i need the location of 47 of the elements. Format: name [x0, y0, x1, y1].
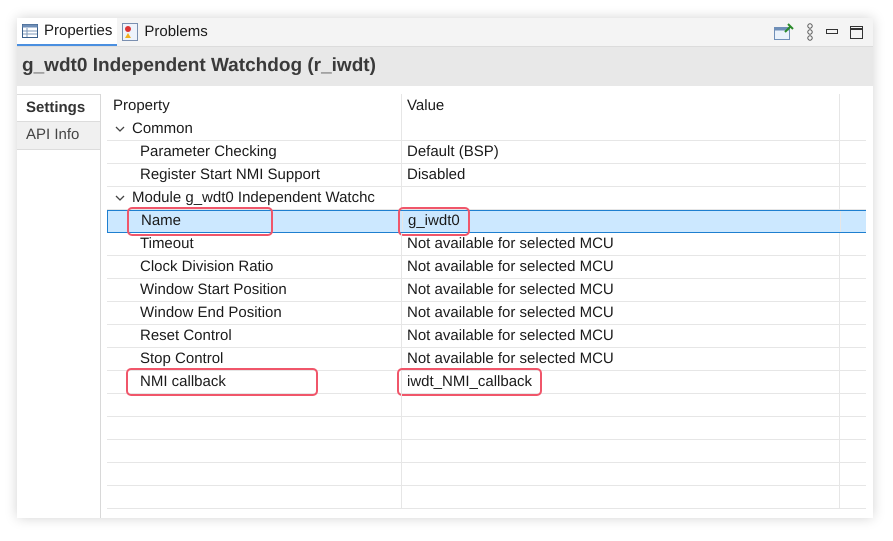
view-tab[interactable]: Problems — [117, 18, 213, 46]
side-tab[interactable]: API Info — [17, 122, 100, 150]
property-name: NMI callback — [128, 370, 316, 394]
more-vertical-icon[interactable] — [806, 23, 814, 41]
table-row[interactable]: Register Start NMI Support Disabled — [107, 164, 866, 187]
property-value: Not available for selected MCU — [407, 302, 614, 323]
property-name: Stop Control — [140, 348, 224, 369]
property-name: Register Start NMI Support — [140, 164, 320, 185]
table-row[interactable]: Window End Position Not available for selected MCU — [107, 302, 866, 325]
property-value: Default (BSP) — [407, 142, 499, 162]
property-value: iwdt_NMI_callback — [399, 370, 540, 394]
property-value: Not available for selected MCU — [407, 280, 614, 300]
property-name: Window End Position — [140, 302, 282, 323]
table-row[interactable]: Name g_iwdt0 — [107, 210, 866, 233]
table-row[interactable]: Reset Control Not available for selected MCU — [107, 325, 866, 348]
group-label: Module g_wdt0 Independent Watchc — [132, 188, 375, 208]
property-value: Not available for selected MCU — [407, 234, 614, 254]
table-row[interactable]: Parameter Checking Default (BSP) — [107, 141, 866, 164]
property-value: Not available for selected MCU — [407, 348, 614, 369]
view-tab[interactable]: Properties — [17, 18, 118, 46]
property-name: Window Start Position — [140, 280, 287, 300]
property-name: Name — [129, 209, 272, 234]
property-name: Reset Control — [140, 326, 232, 346]
table-row[interactable]: Stop Control Not available for selected MCU — [107, 348, 866, 371]
table-row[interactable]: NMI callback iwdt_NMI_callback — [107, 371, 866, 394]
property-value: g_iwdt0 — [400, 209, 468, 234]
property-name: Clock Division Ratio — [140, 256, 274, 277]
property-name: Timeout — [140, 234, 194, 254]
table-row[interactable]: Timeout Not available for selected MCU — [107, 233, 866, 256]
property-name: Parameter Checking — [140, 142, 277, 162]
table-row[interactable]: Window Start Position Not available for selected MCU — [107, 279, 866, 302]
property-value: Not available for selected MCU — [407, 326, 614, 346]
warning-list-icon — [122, 23, 138, 41]
maximize-icon[interactable] — [850, 26, 863, 38]
property-value: Not available for selected MCU — [407, 256, 614, 277]
panel-title: g_wdt0 Independent Watchdog (r_iwdt) — [22, 54, 376, 78]
pin-icon[interactable] — [774, 23, 794, 41]
minimize-icon[interactable] — [826, 29, 838, 35]
column-header[interactable]: Property — [107, 94, 402, 118]
side-tab[interactable]: Settings — [17, 94, 100, 122]
column-header[interactable]: Value — [402, 94, 840, 118]
chevron-down-icon[interactable] — [115, 124, 125, 134]
table-row[interactable]: Clock Division Ratio Not available for selected MCU — [107, 256, 866, 279]
chevron-down-icon[interactable] — [115, 193, 125, 203]
group-label: Common — [132, 118, 193, 139]
table-icon — [22, 23, 38, 39]
property-value: Disabled — [407, 164, 466, 185]
